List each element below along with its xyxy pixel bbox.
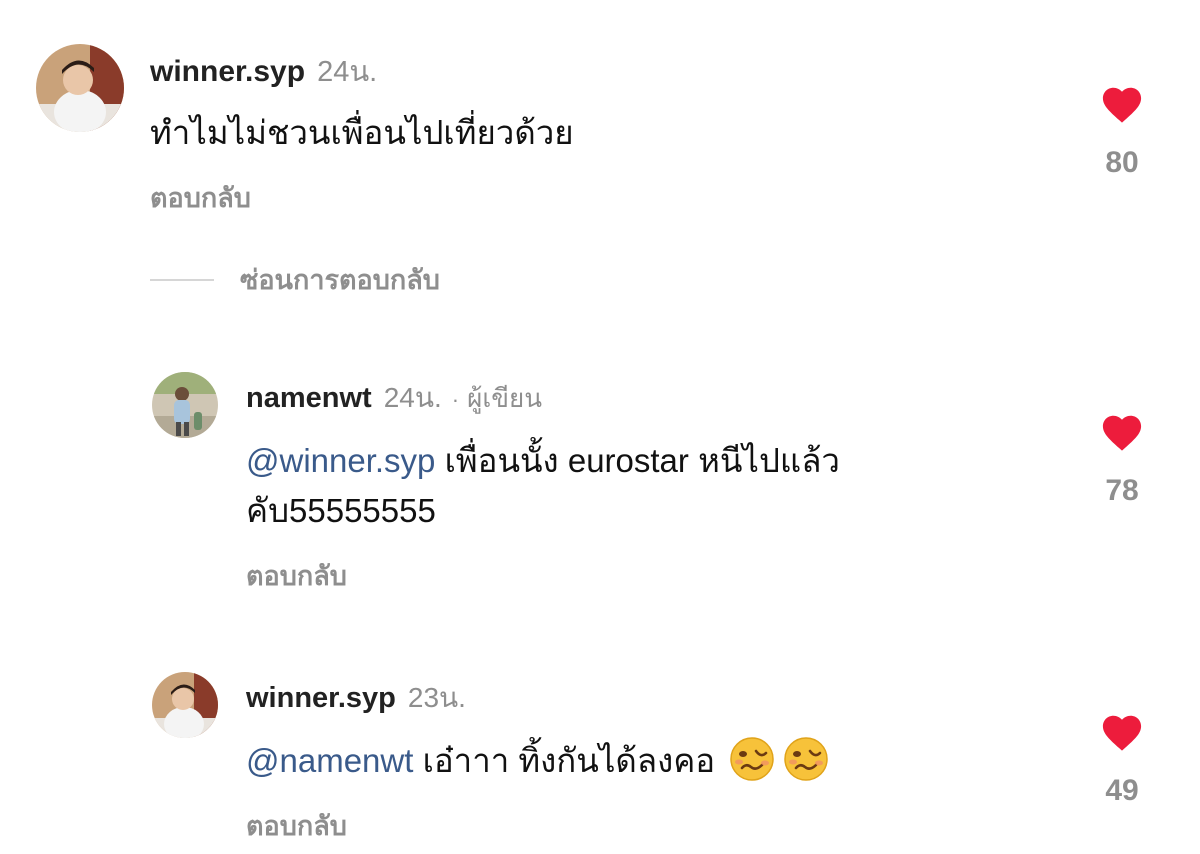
profile-photo-icon bbox=[152, 672, 218, 738]
mention-link[interactable]: @namenwt bbox=[246, 742, 413, 779]
reply-button[interactable]: ตอบกลับ bbox=[246, 804, 347, 847]
divider bbox=[150, 278, 214, 281]
author-badge: ผู้เขียน bbox=[467, 383, 542, 413]
reply-button[interactable]: ตอบกลับ bbox=[246, 554, 347, 597]
like-button[interactable]: 78 bbox=[1082, 410, 1162, 508]
comment-text: ทำไมไม่ชวนเพื่อนไปเที่ยวด้วย bbox=[150, 114, 574, 151]
like-button[interactable]: 80 bbox=[1082, 82, 1162, 180]
username[interactable]: winner.syp bbox=[246, 682, 396, 715]
reply-text-line-1: @winner.syp เพื่อนนั้ง eurostar หนีไปแล้… bbox=[246, 434, 840, 487]
avatar[interactable] bbox=[36, 44, 124, 132]
comment-meta: winner.syp 24น. bbox=[150, 48, 377, 94]
username[interactable]: winner.syp bbox=[150, 55, 305, 89]
hide-replies-label: ซ่อนการตอบกลับ bbox=[240, 265, 440, 295]
like-count: 78 bbox=[1105, 474, 1139, 507]
like-count: 80 bbox=[1105, 146, 1139, 179]
reply-text-line-1: @namenwt เอ๋าาา ทิ้งกันได้ลงคอ bbox=[246, 734, 829, 790]
hide-replies-toggle[interactable]: ซ่อนการตอบกลับ bbox=[150, 258, 440, 301]
reply-button[interactable]: ตอบกลับ bbox=[150, 176, 251, 219]
mention-link[interactable]: @winner.syp bbox=[246, 442, 435, 479]
heart-icon bbox=[1102, 415, 1142, 451]
reply-meta: winner.syp 23น. bbox=[246, 676, 466, 720]
reply-text-line-2: คับ55555555 bbox=[246, 492, 436, 529]
reply-meta: namenwt 24น. · ผู้เขียน bbox=[246, 376, 542, 420]
heart-icon bbox=[1102, 715, 1142, 751]
heart-icon bbox=[1102, 87, 1142, 123]
separator: · bbox=[451, 387, 460, 412]
woozy-face-emoji-icon bbox=[783, 736, 829, 790]
reply-text: เอ๋าาา ทิ้งกันได้ลงคอ bbox=[413, 742, 716, 779]
profile-photo-icon bbox=[36, 44, 124, 132]
username[interactable]: namenwt bbox=[246, 382, 372, 415]
reply-text: เพื่อนนั้ง eurostar หนีไปแล้ว bbox=[435, 442, 840, 479]
timestamp: 23น. bbox=[407, 682, 466, 713]
avatar[interactable] bbox=[152, 372, 218, 438]
avatar[interactable] bbox=[152, 672, 218, 738]
like-button[interactable]: 49 bbox=[1082, 710, 1162, 808]
profile-photo-icon bbox=[152, 372, 218, 438]
timestamp: 24น. bbox=[383, 382, 442, 413]
woozy-face-emoji-icon bbox=[729, 736, 775, 790]
like-count: 49 bbox=[1105, 774, 1139, 807]
timestamp: 24น. bbox=[317, 56, 378, 88]
